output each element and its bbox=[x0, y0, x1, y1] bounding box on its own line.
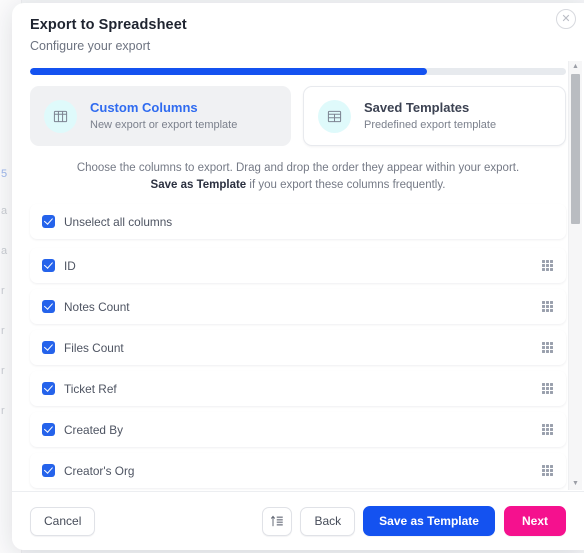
column-checkbox[interactable] bbox=[42, 464, 55, 477]
tab-custom-columns-subtitle: New export or export template bbox=[90, 119, 238, 131]
tab-custom-columns[interactable]: Custom Columns New export or export temp… bbox=[30, 86, 291, 146]
unselect-all-row[interactable]: Unselect all columns bbox=[30, 204, 566, 239]
drag-handle-icon[interactable] bbox=[542, 383, 553, 394]
column-label: Creator's Org bbox=[64, 463, 135, 478]
progress-bar bbox=[30, 68, 566, 75]
helper-line-1: Choose the columns to export. Drag and d… bbox=[76, 162, 520, 174]
modal-scrollbar[interactable]: ▲ ▼ bbox=[568, 61, 582, 490]
tab-saved-templates-title: Saved Templates bbox=[364, 100, 470, 115]
tab-custom-columns-title: Custom Columns bbox=[90, 100, 198, 115]
sort-order-icon bbox=[270, 515, 283, 526]
export-mode-tabs: Custom Columns New export or export temp… bbox=[12, 78, 584, 146]
column-label: Notes Count bbox=[64, 299, 130, 314]
export-modal: Export to Spreadsheet Configure your exp… bbox=[12, 3, 584, 550]
table-grid-icon bbox=[44, 99, 77, 133]
column-checkbox[interactable] bbox=[42, 382, 55, 395]
modal-footer: Cancel Back Save as Template Next bbox=[12, 491, 584, 550]
column-label: Ticket Ref bbox=[64, 381, 117, 396]
column-checkbox[interactable] bbox=[42, 300, 55, 313]
modal-header: Export to Spreadsheet Configure your exp… bbox=[12, 3, 584, 55]
drag-handle-icon[interactable] bbox=[542, 424, 553, 435]
modal-body: Custom Columns New export or export temp… bbox=[12, 78, 584, 491]
column-list: Unselect all columns ID Notes Count Files … bbox=[12, 204, 584, 488]
drag-handle-icon[interactable] bbox=[542, 342, 553, 353]
column-row[interactable]: Ticket Ref bbox=[30, 371, 566, 406]
helper-line-2-rest: if you export these columns frequently. bbox=[246, 179, 446, 191]
column-row[interactable]: Files Count bbox=[30, 330, 566, 365]
drag-handle-icon[interactable] bbox=[542, 465, 553, 476]
close-icon[interactable]: ✕ bbox=[556, 9, 576, 29]
unselect-all-label: Unselect all columns bbox=[64, 214, 173, 229]
helper-line-2: Save as Template if you export these col… bbox=[42, 177, 554, 194]
drag-handle-icon[interactable] bbox=[542, 260, 553, 271]
unselect-all-checkbox[interactable] bbox=[42, 215, 55, 228]
helper-text: Choose the columns to export. Drag and d… bbox=[12, 146, 584, 204]
caret-up-icon[interactable]: ▲ bbox=[569, 61, 582, 73]
sort-order-icon-button[interactable] bbox=[262, 506, 293, 536]
column-row[interactable]: Notes Count bbox=[30, 289, 566, 324]
cancel-button[interactable]: Cancel bbox=[30, 506, 96, 536]
drag-handle-icon[interactable] bbox=[542, 301, 553, 312]
table-grid-icon-svg bbox=[53, 110, 68, 122]
column-label: Files Count bbox=[64, 340, 124, 355]
column-checkbox[interactable] bbox=[42, 423, 55, 436]
caret-down-icon[interactable]: ▼ bbox=[569, 478, 582, 490]
progress-bar-fill bbox=[30, 68, 427, 75]
column-checkbox[interactable] bbox=[42, 259, 55, 272]
save-as-template-button[interactable]: Save as Template bbox=[363, 506, 495, 536]
column-label: ID bbox=[64, 258, 76, 273]
column-row[interactable]: Created By bbox=[30, 412, 566, 447]
page-title: Export to Spreadsheet bbox=[30, 17, 187, 33]
next-button[interactable]: Next bbox=[503, 506, 566, 536]
column-checkbox[interactable] bbox=[42, 341, 55, 354]
column-row[interactable]: ID bbox=[30, 248, 566, 283]
table-grid-icon bbox=[318, 99, 351, 133]
back-button[interactable]: Back bbox=[300, 506, 356, 536]
column-rows-container: ID Notes Count Files Count Ticket Ref Create… bbox=[30, 248, 566, 488]
column-label: Created By bbox=[64, 422, 124, 437]
tab-saved-templates[interactable]: Saved Templates Predefined export templa… bbox=[303, 86, 566, 146]
helper-save-as-template-emphasis: Save as Template bbox=[150, 179, 247, 191]
table-grid-icon-svg bbox=[327, 110, 342, 122]
page-subtitle: Configure your export bbox=[30, 39, 151, 53]
column-row[interactable]: Creator's Org bbox=[30, 453, 566, 488]
scrollbar-thumb[interactable] bbox=[571, 74, 580, 224]
tab-saved-templates-subtitle: Predefined export template bbox=[364, 119, 497, 131]
